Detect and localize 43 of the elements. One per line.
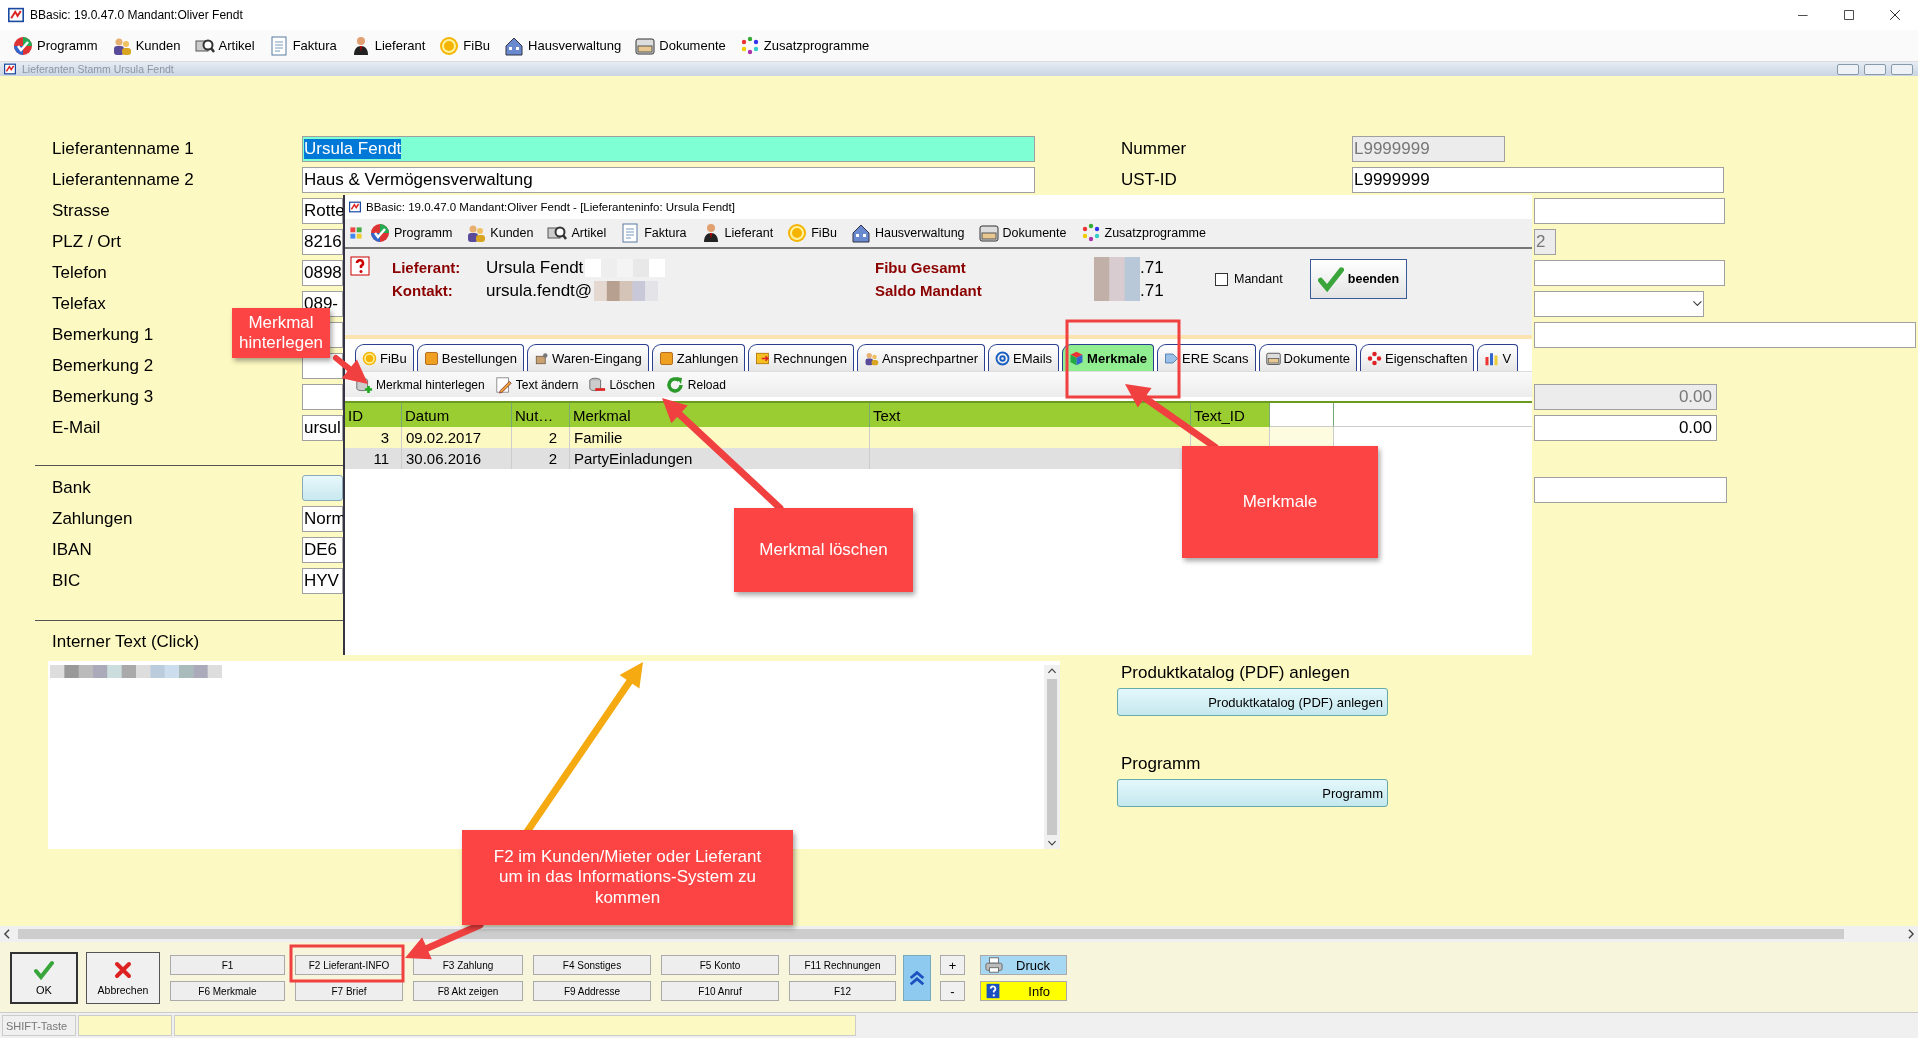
checkbox-label: Mandant	[1234, 272, 1283, 286]
field-label: Bemerkung 3	[51, 386, 155, 407]
field-label: UST-ID	[1121, 169, 1178, 190]
section-label: Interner Text (Click)	[51, 631, 201, 652]
table-cell: 3	[345, 427, 402, 448]
section-label: Programm	[1121, 753, 1202, 774]
field-label: Saldo Mandant	[875, 281, 983, 301]
section-label: Produktkatalog (PDF) anlegen	[1121, 662, 1351, 683]
amount: .71	[1140, 257, 1164, 279]
table-cell: PartyEinladungen	[570, 448, 870, 469]
field-label: Telefon	[51, 262, 108, 283]
field-label: PLZ / Ort	[51, 231, 122, 252]
field-label: Lieferant:	[392, 258, 462, 278]
field-label: E-Mail	[51, 417, 102, 438]
field-label: Lieferantenname 2	[51, 169, 195, 190]
field-label: Fibu Gesamt	[875, 258, 967, 278]
contact-email: ursula.fendt@	[486, 280, 593, 301]
callout-tooltip: Merkmal hinterlegen	[232, 308, 330, 358]
field-label: IBAN	[51, 539, 93, 560]
field-label: Telefax	[51, 293, 107, 314]
field-label: Nummer	[1121, 138, 1188, 159]
callout-tooltip: F2 im Kunden/Mieter oder Lieferant um in das Informations-System zu kommen	[462, 830, 793, 925]
table-cell: 11	[345, 448, 402, 469]
table-cell: 30.06.2016	[402, 448, 512, 469]
window-title: BBasic: 19.0.47.0 Mandant:Oliver Fendt - [Lieferanteninfo: Ursula Fendt]	[366, 201, 735, 213]
table-cell: Familie	[570, 427, 870, 448]
child-window-title: Lieferanten Stamm Ursula Fendt	[22, 63, 174, 75]
supplier-name: Ursula Fendt	[486, 257, 584, 278]
field-label: Zahlungen	[51, 508, 134, 529]
window-title: BBasic: 19.0.47.0 Mandant:Oliver Fendt	[30, 8, 243, 22]
table-cell: 2	[512, 427, 570, 448]
table-cell: 09.02.2017	[402, 427, 512, 448]
amount: .71	[1140, 280, 1164, 302]
field-label: Bemerkung 2	[51, 355, 155, 376]
callout-tooltip: Merkmale	[1182, 446, 1378, 558]
field-label: Kontakt:	[392, 281, 454, 301]
table-cell: 2	[512, 448, 570, 469]
callout-tooltip: Merkmal löschen	[734, 508, 913, 592]
field-label: Bank	[51, 477, 92, 498]
field-label: Lieferantenname 1	[51, 138, 195, 159]
field-label: BIC	[51, 570, 82, 591]
field-label: Strasse	[51, 200, 111, 221]
status-text: SHIFT-Taste	[2, 1015, 76, 1036]
